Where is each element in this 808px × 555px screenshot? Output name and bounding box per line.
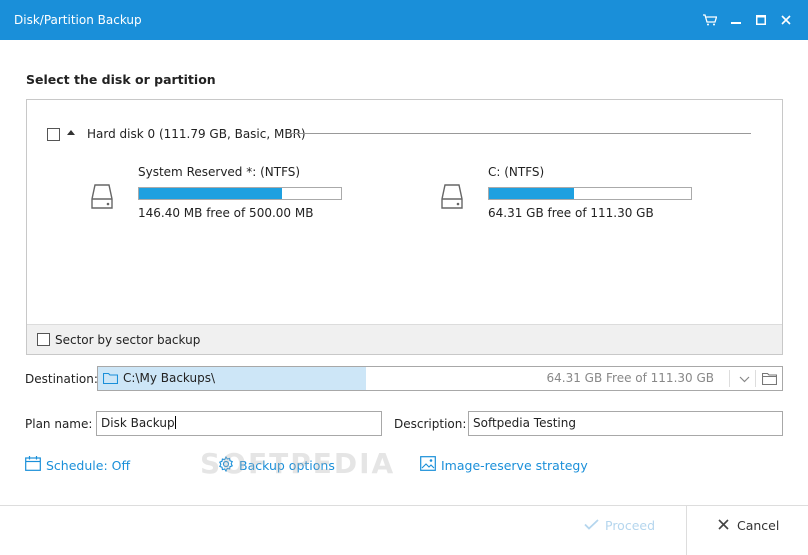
usage-bar — [138, 187, 342, 200]
cancel-button[interactable]: Cancel — [718, 518, 779, 533]
maximize-icon[interactable] — [751, 10, 771, 30]
partition-free: 146.40 MB free of 500.00 MB — [138, 206, 314, 220]
sector-backup-label: Sector by sector backup — [55, 333, 201, 347]
cancel-label: Cancel — [737, 518, 780, 533]
proceed-label: Proceed — [605, 518, 656, 533]
image-strategy-label: Image-reserve strategy — [441, 457, 588, 473]
destination-free: 64.31 GB Free of 111.30 GB — [546, 371, 714, 385]
close-icon[interactable] — [776, 10, 796, 30]
destination-label: Destination: — [25, 372, 98, 386]
panel-footer: Sector by sector backup — [27, 324, 782, 354]
disk-panel: Hard disk 0 (111.79 GB, Basic, MBR) Syst… — [26, 99, 783, 355]
partition-free: 64.31 GB free of 111.30 GB — [488, 206, 654, 220]
window-title: Disk/Partition Backup — [14, 13, 142, 27]
plan-name-value: Disk Backup — [101, 416, 175, 430]
text-caret — [174, 416, 176, 429]
disk-label: Hard disk 0 (111.79 GB, Basic, MBR) — [87, 127, 306, 141]
plan-name-label: Plan name: — [25, 417, 93, 431]
description-input[interactable]: Softpedia Testing — [468, 411, 783, 436]
button-separator — [686, 506, 687, 555]
partition-name: C: (NTFS) — [488, 165, 545, 179]
close-x-icon — [718, 518, 729, 533]
drive-icon — [91, 183, 113, 214]
watermark: SOFTPEDIA — [200, 447, 396, 480]
schedule-label: Schedule: Off — [46, 457, 131, 473]
description-label: Description: — [394, 417, 467, 431]
folder-icon — [102, 372, 119, 387]
proceed-button[interactable]: Proceed — [584, 518, 655, 533]
description-value: Softpedia Testing — [473, 416, 576, 430]
disk-divider — [289, 133, 751, 134]
destination-path: C:\My Backups\ — [123, 371, 216, 385]
disk-checkbox[interactable] — [47, 128, 60, 141]
schedule-link[interactable]: Schedule: Off — [25, 456, 130, 474]
minimize-icon[interactable] — [726, 10, 746, 30]
check-icon — [584, 518, 599, 533]
browse-folder-icon[interactable] — [761, 372, 778, 388]
image-reserve-strategy-link[interactable]: Image-reserve strategy — [420, 456, 588, 474]
usage-bar-fill — [489, 188, 574, 199]
title-bar: Disk/Partition Backup — [0, 0, 808, 40]
usage-bar-fill — [139, 188, 283, 199]
image-icon — [420, 456, 436, 474]
separator — [729, 370, 730, 387]
destination-field[interactable]: C:\My Backups\ 64.31 GB Free of 111.30 G… — [97, 366, 783, 391]
section-title: Select the disk or partition — [26, 72, 216, 87]
usage-bar — [488, 187, 692, 200]
plan-name-input[interactable]: Disk Backup — [96, 411, 382, 436]
chevron-down-icon[interactable] — [739, 372, 750, 386]
partition-name: System Reserved *: (NTFS) — [138, 165, 301, 179]
drive-icon — [441, 183, 463, 214]
cart-icon[interactable] — [700, 10, 720, 30]
separator — [755, 370, 756, 387]
collapse-icon[interactable] — [67, 130, 75, 135]
sector-backup-checkbox[interactable] — [37, 333, 50, 346]
calendar-icon — [25, 456, 41, 474]
